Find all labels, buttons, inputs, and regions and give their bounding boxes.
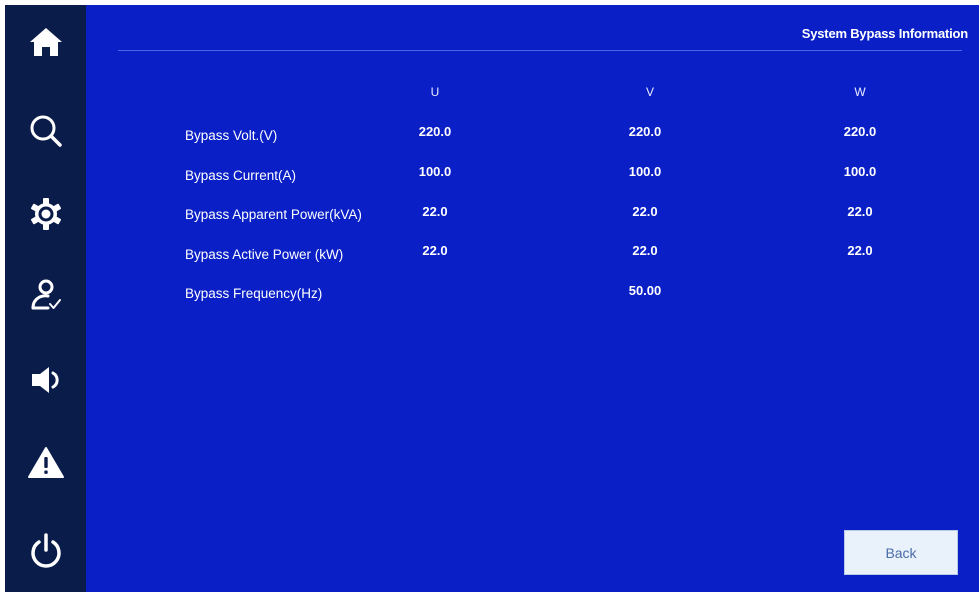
nav-sound[interactable] (5, 352, 86, 408)
nav-settings[interactable] (5, 186, 86, 242)
nav-home[interactable] (5, 14, 86, 70)
value-active-power-u: 22.0 (422, 243, 448, 258)
nav-search[interactable] (5, 103, 86, 159)
value-active-power-w: 22.0 (847, 243, 873, 258)
value-apparent-power-u: 22.0 (422, 204, 448, 219)
power-icon (30, 533, 61, 568)
column-header-u: U (430, 85, 440, 99)
value-volt-w: 220.0 (843, 124, 877, 139)
speaker-icon (31, 367, 59, 393)
value-current-u: 100.0 (418, 164, 452, 179)
warning-icon (27, 447, 64, 478)
sidebar (5, 5, 86, 592)
value-volt-u: 220.0 (418, 124, 452, 139)
value-frequency: 50.00 (628, 283, 662, 298)
nav-user[interactable] (5, 267, 86, 323)
row-label-bypass-apparent-power: Bypass Apparent Power(kVA) (185, 207, 362, 222)
search-icon (30, 115, 62, 147)
nav-power[interactable] (5, 523, 86, 579)
value-active-power-v: 22.0 (632, 243, 658, 258)
home-icon (29, 28, 62, 56)
user-check-icon (31, 279, 61, 310)
value-current-w: 100.0 (843, 164, 877, 179)
main-panel: System Bypass Information U V W Bypass V… (86, 5, 979, 592)
title-divider (118, 50, 962, 51)
gear-icon (30, 198, 61, 230)
column-header-w: W (854, 85, 866, 99)
row-label-bypass-volt: Bypass Volt.(V) (185, 128, 278, 143)
value-current-v: 100.0 (628, 164, 662, 179)
nav-alarms[interactable] (5, 435, 86, 491)
app-frame: System Bypass Information U V W Bypass V… (5, 5, 979, 592)
column-header-v: V (645, 85, 655, 99)
back-button[interactable]: Back (844, 530, 958, 575)
row-label-bypass-current: Bypass Current(A) (185, 168, 297, 183)
value-apparent-power-w: 22.0 (847, 204, 873, 219)
row-label-bypass-frequency: Bypass Frequency(Hz) (185, 286, 323, 301)
value-volt-v: 220.0 (628, 124, 662, 139)
value-apparent-power-v: 22.0 (632, 204, 658, 219)
row-label-bypass-active-power: Bypass Active Power (kW) (185, 247, 344, 262)
page-title: System Bypass Information (801, 26, 968, 41)
